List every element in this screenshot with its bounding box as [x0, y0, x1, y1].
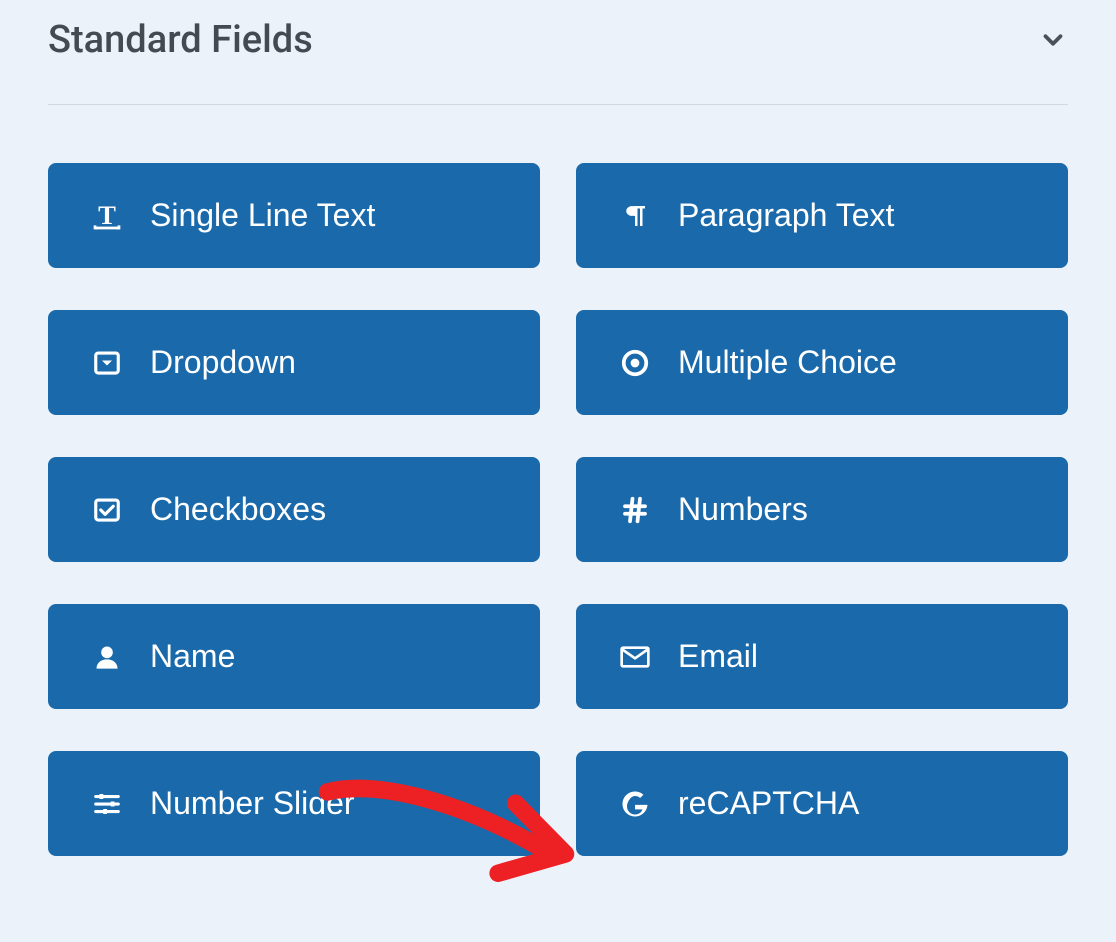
field-label: Numbers: [678, 491, 808, 528]
checkbox-icon: [90, 493, 124, 527]
fields-grid: T Single Line Text Paragraph Text: [48, 163, 1068, 856]
field-label: reCAPTCHA: [678, 785, 859, 822]
field-recaptcha[interactable]: reCAPTCHA: [576, 751, 1068, 856]
field-email[interactable]: Email: [576, 604, 1068, 709]
field-checkboxes[interactable]: Checkboxes: [48, 457, 540, 562]
section-header[interactable]: Standard Fields: [48, 18, 1068, 105]
field-dropdown[interactable]: Dropdown: [48, 310, 540, 415]
radio-icon: [618, 346, 652, 380]
field-label: Multiple Choice: [678, 344, 897, 381]
field-label: Dropdown: [150, 344, 296, 381]
envelope-icon: [618, 640, 652, 674]
svg-text:T: T: [98, 200, 116, 230]
field-label: Paragraph Text: [678, 197, 894, 234]
field-numbers[interactable]: Numbers: [576, 457, 1068, 562]
dropdown-icon: [90, 346, 124, 380]
user-icon: [90, 640, 124, 674]
field-number-slider[interactable]: Number Slider: [48, 751, 540, 856]
field-label: Checkboxes: [150, 491, 326, 528]
standard-fields-panel: Standard Fields T Single Line Text: [0, 0, 1116, 896]
chevron-down-icon[interactable]: [1038, 25, 1068, 55]
field-multiple-choice[interactable]: Multiple Choice: [576, 310, 1068, 415]
field-label: Email: [678, 638, 758, 675]
section-title: Standard Fields: [48, 18, 313, 62]
field-label: Number Slider: [150, 785, 355, 822]
field-label: Single Line Text: [150, 197, 375, 234]
field-name[interactable]: Name: [48, 604, 540, 709]
sliders-icon: [90, 787, 124, 821]
text-cursor-icon: T: [90, 199, 124, 233]
google-icon: [618, 787, 652, 821]
field-label: Name: [150, 638, 235, 675]
field-paragraph-text[interactable]: Paragraph Text: [576, 163, 1068, 268]
field-single-line-text[interactable]: T Single Line Text: [48, 163, 540, 268]
paragraph-icon: [618, 199, 652, 233]
hash-icon: [618, 493, 652, 527]
